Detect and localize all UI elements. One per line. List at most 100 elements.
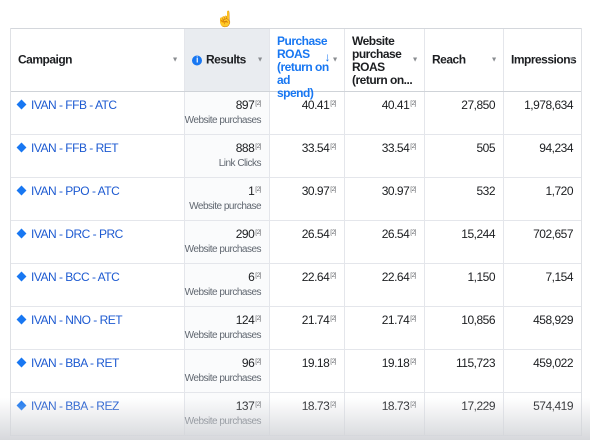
footnote-marker[interactable]: [2]	[410, 272, 416, 279]
cell-website-roas: 22.64[2]	[345, 264, 425, 306]
results-value-wrap: 897[2]	[236, 98, 262, 112]
footnote-marker[interactable]: [2]	[410, 315, 416, 322]
table-row[interactable]: IVAN - FFB - RET 888[2] Link Clicks 33.5…	[11, 135, 581, 178]
footnote-marker[interactable]: [2]	[255, 358, 261, 365]
cell-impressions: 574,419	[504, 393, 581, 435]
campaign-name-link[interactable]: IVAN - PPO - ATC	[31, 184, 120, 198]
cell-results: 290[2] Website purchases	[185, 221, 270, 263]
campaign-name-link[interactable]: IVAN - FFB - RET	[31, 141, 119, 155]
results-value: 124	[235, 313, 255, 327]
campaign-link-wrap: IVAN - BCC - ATC	[16, 270, 120, 284]
cell-website-roas: 19.18[2]	[345, 350, 425, 392]
website-roas-value-wrap: 40.41[2]	[381, 98, 417, 112]
caret-down-icon[interactable]: ▼	[257, 57, 264, 64]
results-value: 888	[235, 141, 255, 155]
roas-value-wrap: 26.54[2]	[302, 227, 337, 241]
roas-value-wrap: 22.64[2]	[302, 270, 337, 284]
footnote-marker[interactable]: [2]	[255, 186, 261, 193]
footnote-marker[interactable]: [2]	[330, 272, 336, 279]
campaign-table: Campaign ▼ ☝ i Results ▼ Purchase ROAS (r…	[10, 11, 582, 436]
column-header-website-roas[interactable]: Website purchase ROAS (return on... ▼	[345, 29, 425, 91]
website-roas-value-wrap: 18.73[2]	[381, 399, 417, 413]
results-value: 137	[235, 399, 255, 413]
reach-value: 27,850	[461, 98, 495, 112]
results-value-wrap: 124[2]	[235, 313, 262, 327]
column-header-impressions[interactable]: Impressions ▼	[504, 29, 581, 91]
footnote-marker[interactable]: [2]	[330, 143, 336, 150]
footnote-marker[interactable]: [2]	[255, 229, 261, 236]
reach-value: 505	[476, 141, 495, 155]
info-icon[interactable]: i	[192, 55, 202, 66]
cell-website-roas: 33.54[2]	[345, 135, 425, 177]
website-roas-value: 26.54	[381, 227, 410, 241]
table-row[interactable]: IVAN - PPO - ATC 1[2] Website purchase 3…	[11, 178, 581, 221]
cell-impressions: 458,929	[504, 307, 581, 349]
footnote-marker[interactable]: [2]	[410, 143, 416, 150]
sort-descending-icon[interactable]: ↓	[325, 50, 331, 64]
footnote-marker[interactable]: [2]	[330, 229, 336, 236]
impressions-value: 459,022	[533, 356, 573, 370]
column-header-campaign[interactable]: Campaign ▼	[11, 29, 185, 91]
caret-down-icon[interactable]: ▼	[332, 57, 339, 64]
results-value-wrap: 6[2]	[248, 270, 261, 284]
table-row[interactable]: IVAN - DRC - PRC 290[2] Website purchase…	[11, 221, 581, 264]
footnote-marker[interactable]: [2]	[410, 401, 416, 408]
roas-value-wrap: 18.73[2]	[302, 399, 337, 413]
website-roas-value: 21.74	[381, 313, 410, 327]
caret-down-icon[interactable]: ▼	[172, 57, 179, 64]
campaign-name-link[interactable]: IVAN - BBA - REZ	[31, 399, 119, 413]
roas-value: 33.54	[301, 141, 330, 155]
cell-reach: 15,244	[425, 221, 504, 263]
roas-value-wrap: 19.18[2]	[302, 356, 337, 370]
footnote-marker[interactable]: [2]	[255, 100, 261, 107]
caret-down-icon[interactable]: ▼	[569, 57, 576, 64]
website-roas-value: 18.73	[381, 399, 410, 413]
caret-down-icon[interactable]: ▼	[491, 57, 498, 64]
result-type: Link Clicks	[218, 158, 262, 169]
footnote-marker[interactable]: [2]	[255, 401, 261, 408]
footnote-marker[interactable]: [2]	[410, 358, 416, 365]
table-row[interactable]: IVAN - FFB - ATC 897[2] Website purchase…	[11, 92, 581, 135]
caret-down-icon[interactable]: ▼	[412, 57, 419, 64]
cell-website-roas: 40.41[2]	[345, 92, 425, 134]
roas-value-wrap: 33.54[2]	[301, 141, 337, 155]
footnote-marker[interactable]: [2]	[255, 272, 261, 279]
footnote-marker[interactable]: [2]	[410, 186, 416, 193]
footnote-marker[interactable]: [2]	[330, 315, 336, 322]
website-roas-value: 40.41	[381, 98, 410, 112]
campaign-name-link[interactable]: IVAN - NNO - RET	[31, 313, 123, 327]
results-value: 6	[248, 270, 255, 284]
result-type: Website purchases	[184, 115, 262, 126]
column-header-reach[interactable]: Reach ▼	[425, 29, 504, 91]
footnote-marker[interactable]: [2]	[330, 358, 336, 365]
column-header-label: Purchase ROAS (return on ad spend)	[277, 34, 329, 100]
footnote-marker[interactable]: [2]	[410, 229, 416, 236]
campaign-name-link[interactable]: IVAN - DRC - PRC	[31, 227, 123, 241]
footnote-marker[interactable]: [2]	[410, 100, 416, 107]
column-header-label: Results	[206, 52, 246, 67]
reach-value: 10,856	[461, 313, 495, 327]
table-row[interactable]: IVAN - BCC - ATC 6[2] Website purchases …	[11, 264, 581, 307]
result-type: Website purchases	[184, 330, 262, 341]
cell-reach: 505	[425, 135, 504, 177]
footnote-marker[interactable]: [2]	[330, 100, 336, 107]
website-roas-value: 33.54	[381, 141, 410, 155]
table-header-row: Campaign ▼ ☝ i Results ▼ Purchase ROAS (r…	[11, 11, 581, 100]
footnote-marker[interactable]: [2]	[330, 186, 336, 193]
column-header-results[interactable]: ☝ i Results ▼	[185, 11, 270, 91]
reach-value: 1,150	[467, 270, 495, 284]
table-row[interactable]: IVAN - BBA - REZ 137[2] Website purchase…	[11, 393, 581, 436]
cell-impressions: 702,657	[504, 221, 581, 263]
campaign-name-link[interactable]: IVAN - BBA - RET	[31, 356, 119, 370]
cell-reach: 1,150	[425, 264, 504, 306]
website-roas-value-wrap: 21.74[2]	[381, 313, 417, 327]
table-row[interactable]: IVAN - NNO - RET 124[2] Website purchase…	[11, 307, 581, 350]
footnote-marker[interactable]: [2]	[255, 315, 261, 322]
footnote-marker[interactable]: [2]	[330, 401, 336, 408]
column-header-purchase-roas[interactable]: Purchase ROAS (return on ad spend) ↓ ▼	[270, 29, 345, 100]
footnote-marker[interactable]: [2]	[255, 143, 261, 150]
diamond-icon	[16, 314, 27, 325]
table-row[interactable]: IVAN - BBA - RET 96[2] Website purchases…	[11, 350, 581, 393]
campaign-name-link[interactable]: IVAN - FFB - ATC	[31, 98, 117, 112]
campaign-name-link[interactable]: IVAN - BCC - ATC	[31, 270, 120, 284]
